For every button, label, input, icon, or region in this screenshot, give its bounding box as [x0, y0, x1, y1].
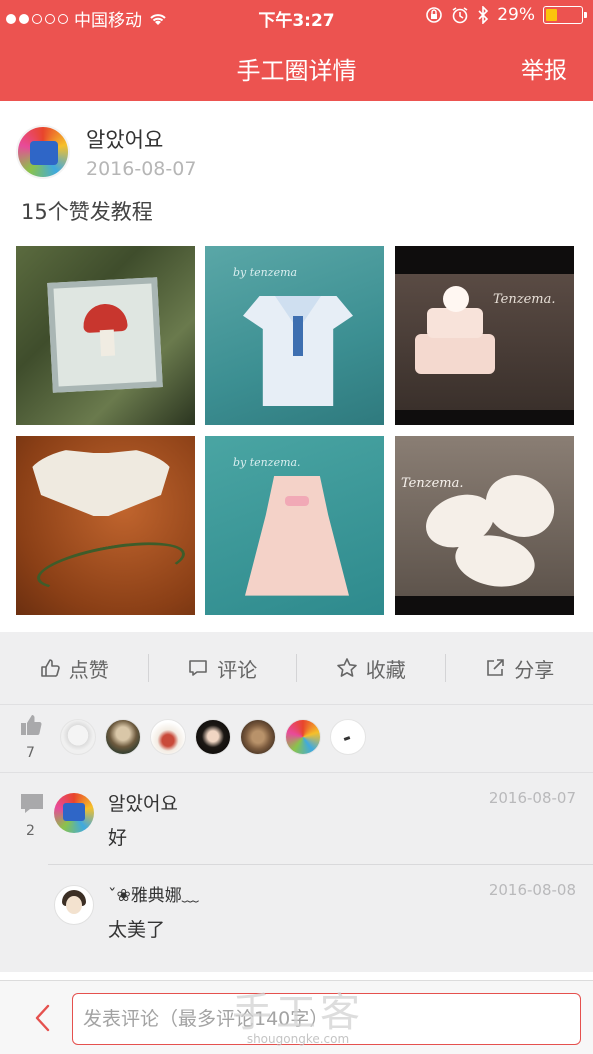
post-image-5[interactable]: by tenzema. — [205, 436, 384, 615]
image-signature: Tenzema. — [493, 292, 556, 307]
post-image-6[interactable]: Tenzema. — [395, 436, 574, 615]
comment-author[interactable]: ˇ❀雅典娜﹏ — [108, 881, 199, 906]
favorite-label: 收藏 — [365, 657, 406, 682]
status-bar: 中国移动 下午3:27 29% — [0, 0, 593, 33]
bluetooth-icon — [478, 6, 489, 24]
likes-count: 7 — [26, 745, 35, 761]
comment-text: 好 — [108, 827, 128, 849]
comment-text: 太美了 — [108, 919, 166, 941]
rotation-lock-icon — [426, 7, 443, 23]
image-signature: Tenzema. — [401, 476, 464, 491]
commenter-avatar[interactable] — [54, 885, 94, 925]
nav-bar: 手工圈详情 举报 — [0, 33, 593, 101]
post-date: 2016-08-07 — [86, 158, 197, 180]
battery-percent: 29% — [497, 5, 535, 25]
like-button[interactable]: 点赞 — [0, 654, 148, 682]
page-title: 手工圈详情 — [236, 57, 357, 85]
author-avatar[interactable] — [16, 125, 70, 179]
commenter-avatar[interactable] — [54, 793, 94, 833]
status-right: 29% — [425, 5, 587, 25]
share-button[interactable]: 分享 — [444, 654, 593, 682]
post-image-3[interactable]: Tenzema. — [395, 246, 574, 425]
liker-avatar[interactable] — [60, 719, 96, 755]
comment-author[interactable]: 알았어요 — [108, 789, 178, 816]
battery-icon — [543, 6, 587, 24]
bottom-bar — [0, 980, 593, 1054]
comment-date: 2016-08-08 — [488, 881, 576, 899]
liker-avatar[interactable] — [195, 719, 231, 755]
thumbs-up-icon — [40, 659, 60, 677]
thumbs-up-icon — [21, 715, 42, 736]
share-label: 分享 — [514, 657, 555, 682]
liker-avatar[interactable] — [330, 719, 366, 755]
comment-icon — [21, 794, 43, 813]
likes-row: 7 — [0, 704, 593, 772]
comment-list: 2 알았어요 2016-08-07 好 ˇ❀雅典娜﹏ 2016-08-08 太美… — [0, 772, 593, 972]
like-label: 点赞 — [68, 657, 109, 682]
alarm-icon — [452, 7, 468, 24]
star-icon — [336, 658, 357, 677]
post-image-4[interactable] — [16, 436, 195, 615]
image-signature: by tenzema. — [233, 456, 301, 469]
comment-button[interactable]: 评论 — [147, 654, 297, 682]
image-signature: by tenzema — [233, 266, 298, 279]
comment-input[interactable] — [72, 993, 581, 1045]
comment-date: 2016-08-07 — [488, 789, 576, 807]
back-arrow-icon[interactable] — [30, 1003, 56, 1033]
post-author-name[interactable]: 알았어요 — [86, 124, 163, 154]
comment-label: 评论 — [217, 657, 258, 682]
action-bar: 点赞 评论 收藏 分享 — [0, 632, 593, 704]
post-image-1[interactable] — [16, 246, 195, 425]
post-image-2[interactable]: by tenzema — [205, 246, 384, 425]
liker-avatar[interactable] — [105, 719, 141, 755]
post-text: 15个赞发教程 — [21, 200, 153, 224]
share-icon — [487, 659, 505, 676]
liker-avatar[interactable] — [150, 719, 186, 755]
comment-icon — [189, 660, 208, 676]
report-button[interactable]: 举报 — [521, 51, 567, 85]
favorite-button[interactable]: 收藏 — [296, 654, 445, 682]
comment-divider — [48, 864, 593, 865]
liker-avatar[interactable] — [240, 719, 276, 755]
liker-avatar[interactable] — [285, 719, 321, 755]
comment-count: 2 — [26, 823, 35, 839]
